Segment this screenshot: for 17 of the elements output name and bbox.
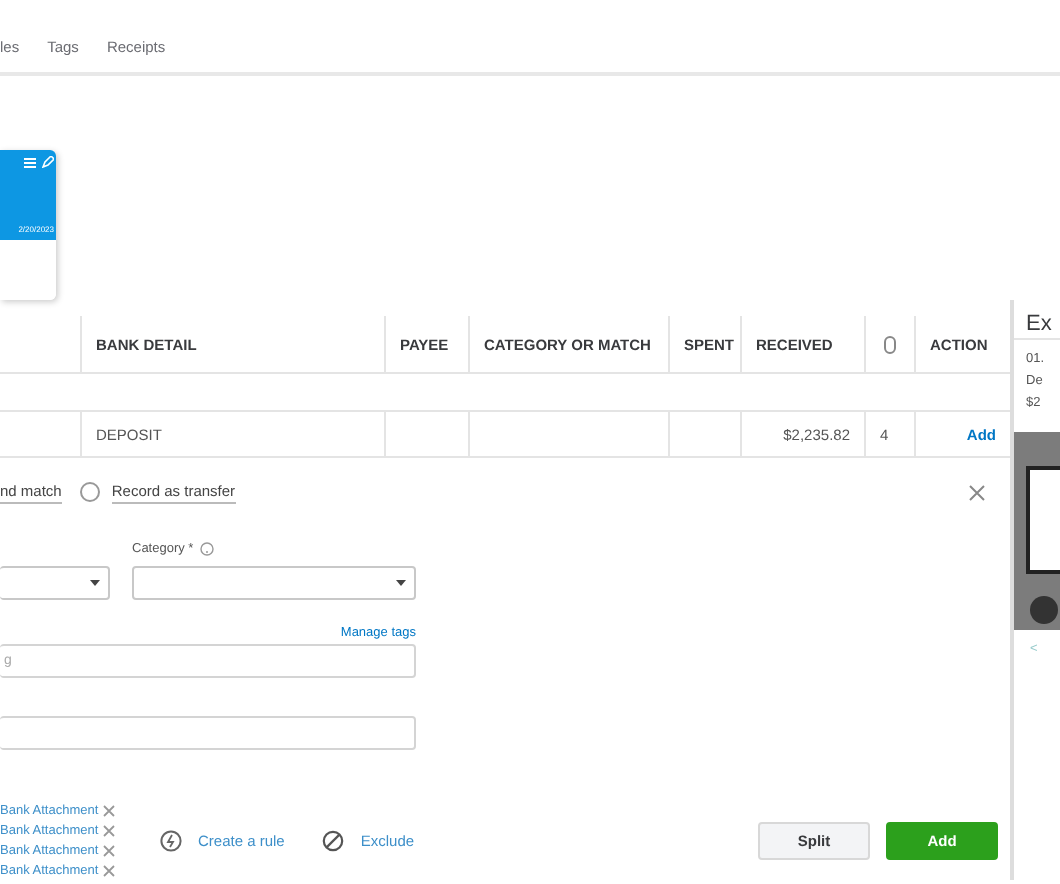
receipt-thumbnail: [1026, 466, 1060, 574]
prohibited-icon[interactable]: [322, 830, 345, 852]
pencil-icon[interactable]: [42, 156, 54, 168]
close-icon[interactable]: [968, 484, 986, 502]
remove-icon[interactable]: [102, 864, 117, 878]
memo-field[interactable]: [0, 716, 416, 750]
dropdown-field[interactable]: [0, 566, 110, 600]
remove-icon[interactable]: [102, 844, 117, 858]
caret-icon: [396, 580, 406, 586]
help-icon[interactable]: [199, 542, 214, 556]
remove-icon[interactable]: [102, 804, 117, 818]
panel-title: Ex: [1014, 300, 1060, 340]
caret-icon: [90, 580, 100, 586]
radio-button[interactable]: [79, 482, 100, 502]
category-dropdown[interactable]: [132, 566, 416, 600]
remove-icon[interactable]: [102, 824, 117, 838]
lightning-circle-icon[interactable]: [160, 830, 182, 852]
